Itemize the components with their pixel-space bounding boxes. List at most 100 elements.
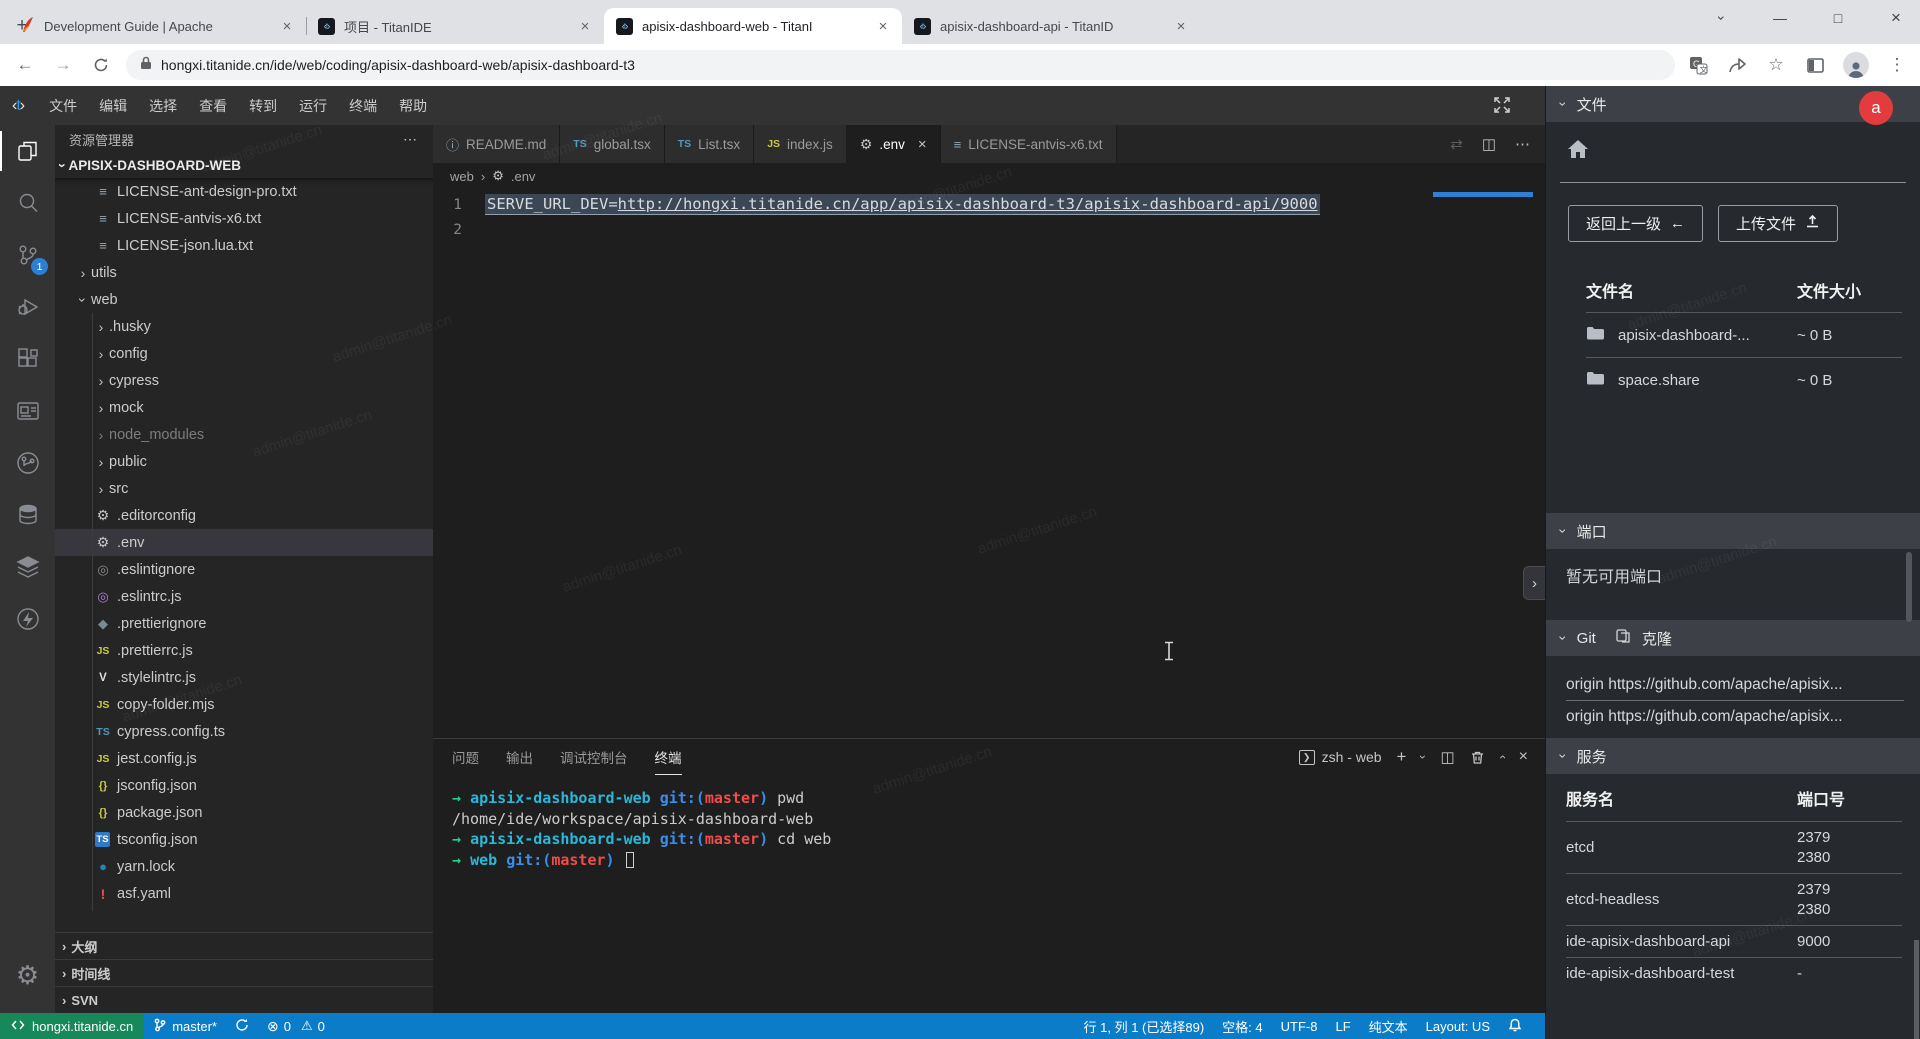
address-bar[interactable]: hongxi.titanide.cn/ide/web/coding/apisix… xyxy=(126,50,1675,80)
indentation[interactable]: 空格: 4 xyxy=(1213,1017,1271,1036)
close-panel-icon[interactable]: × xyxy=(1519,748,1528,766)
tree-item[interactable]: JSjest.config.js xyxy=(55,745,433,772)
tab-search-chevron-icon[interactable]: › xyxy=(1708,4,1736,32)
files-col-name[interactable]: 文件名 xyxy=(1586,278,1797,302)
breadcrumb-folder[interactable]: web xyxy=(450,169,474,184)
run-debug-icon[interactable] xyxy=(0,281,55,333)
git-remote-row[interactable]: origin https://github.com/apache/apisix.… xyxy=(1566,701,1904,732)
tab-close-icon[interactable]: × xyxy=(918,136,927,153)
back-icon[interactable]: ← xyxy=(10,50,40,80)
right-panel-scrollbar-thumb[interactable] xyxy=(1906,552,1912,622)
search-icon[interactable] xyxy=(0,177,55,229)
keyboard-layout[interactable]: Layout: US xyxy=(1417,1019,1499,1034)
git-remote-row[interactable]: origin https://github.com/apache/apisix.… xyxy=(1566,670,1904,701)
fullscreen-icon[interactable] xyxy=(1493,96,1511,117)
editor-tab[interactable]: TSglobal.tsx xyxy=(560,125,664,163)
menu-终端[interactable]: 终端 xyxy=(338,86,388,125)
menu-转到[interactable]: 转到 xyxy=(238,86,288,125)
explorer-icon[interactable] xyxy=(0,125,55,177)
tree-item[interactable]: ◎.eslintrc.js xyxy=(55,583,433,610)
env-url-link[interactable]: http://hongxi.titanide.cn/app/apisix-das… xyxy=(618,195,1318,213)
git-graph-icon[interactable] xyxy=(0,437,55,489)
new-terminal-plus-icon[interactable]: + xyxy=(1397,747,1407,767)
breadcrumb-file[interactable]: .env xyxy=(511,169,536,184)
browser-tab[interactable]: ‹t›项目 - TitanIDE× xyxy=(306,8,604,44)
window-close-icon[interactable]: × xyxy=(1882,4,1910,32)
browser-profile-avatar[interactable] xyxy=(1843,52,1869,78)
menu-编辑[interactable]: 编辑 xyxy=(88,86,138,125)
menu-选择[interactable]: 选择 xyxy=(138,86,188,125)
minimize-icon[interactable]: — xyxy=(1766,4,1794,32)
source-control-icon[interactable]: 1 xyxy=(0,229,55,281)
tree-item[interactable]: ●yarn.lock xyxy=(55,853,433,880)
branch-indicator[interactable]: master* xyxy=(144,1018,226,1035)
terminal-dropdown-chevron-icon[interactable]: › xyxy=(1416,755,1430,759)
tree-item[interactable]: ⚙.editorconfig xyxy=(55,502,433,529)
editor-tab[interactable]: ⚙.env× xyxy=(847,125,941,163)
services-col-name[interactable]: 服务名 xyxy=(1566,786,1797,810)
tree-item[interactable]: {}package.json xyxy=(55,799,433,826)
panel-tab-终端[interactable]: 终端 xyxy=(655,739,682,775)
service-row[interactable]: ide-apisix-dashboard-api9000 xyxy=(1566,925,1902,957)
tree-item[interactable]: ›public xyxy=(55,448,433,475)
eol[interactable]: LF xyxy=(1326,1019,1359,1034)
panel-tab-调试控制台[interactable]: 调试控制台 xyxy=(560,739,628,775)
sync-indicator[interactable] xyxy=(226,1018,258,1035)
browser-tab[interactable]: Development Guide | Apache× xyxy=(8,8,306,44)
git-clone-icon[interactable] xyxy=(1615,628,1631,648)
services-col-port[interactable]: 端口号 xyxy=(1797,786,1902,810)
file-row[interactable]: apisix-dashboard-...~ 0 B xyxy=(1586,312,1902,357)
git-clone-label[interactable]: 克隆 xyxy=(1642,628,1672,649)
tree-item[interactable]: ≡LICENSE-json.lua.txt xyxy=(55,232,433,259)
tree-item[interactable]: ≡LICENSE-ant-design-pro.txt xyxy=(55,178,433,205)
maximize-icon[interactable]: □ xyxy=(1824,4,1852,32)
panel-tab-输出[interactable]: 输出 xyxy=(506,739,533,775)
ports-section-header[interactable]: › 端口 xyxy=(1546,513,1920,549)
project-root-row[interactable]: › APISIX-DASHBOARD-WEB xyxy=(55,153,433,178)
editor-tab[interactable]: TSList.tsx xyxy=(665,125,754,163)
preview-window-icon[interactable] xyxy=(0,385,55,437)
language-mode[interactable]: 纯文本 xyxy=(1360,1017,1417,1036)
forward-icon[interactable]: → xyxy=(48,50,78,80)
lightning-icon[interactable] xyxy=(0,593,55,645)
menu-运行[interactable]: 运行 xyxy=(288,86,338,125)
section-时间线[interactable]: ›时间线 xyxy=(55,959,433,986)
services-section-header[interactable]: › 服务 xyxy=(1546,738,1920,774)
files-col-size[interactable]: 文件大小 xyxy=(1797,278,1902,302)
panel-tab-问题[interactable]: 问题 xyxy=(452,739,479,775)
layers-icon[interactable] xyxy=(0,541,55,593)
tree-item[interactable]: ›mock xyxy=(55,394,433,421)
tree-item[interactable]: !asf.yaml xyxy=(55,880,433,907)
tree-item[interactable]: TScypress.config.ts xyxy=(55,718,433,745)
tree-item[interactable]: ⚙.env xyxy=(55,529,433,556)
service-row[interactable]: ide-apisix-dashboard-test- xyxy=(1566,957,1902,989)
database-icon[interactable] xyxy=(0,489,55,541)
shell-picker[interactable]: ❯ zsh - web xyxy=(1299,749,1382,765)
bookmark-star-icon[interactable]: ☆ xyxy=(1765,54,1787,76)
back-parent-button[interactable]: 返回上一级 ← xyxy=(1568,205,1703,242)
encoding[interactable]: UTF-8 xyxy=(1272,1019,1327,1034)
editor-tab[interactable]: ⓘREADME.md xyxy=(433,125,560,163)
editor-tab[interactable]: ≡LICENSE-antvis-x6.txt xyxy=(941,125,1117,163)
git-section-header[interactable]: › Git 克隆 xyxy=(1546,620,1920,656)
section-大纲[interactable]: ›大纲 xyxy=(55,932,433,959)
tree-item[interactable]: JS.prettierrc.js xyxy=(55,637,433,664)
user-avatar-badge[interactable]: a xyxy=(1859,91,1893,125)
tree-item[interactable]: ◎.eslintignore xyxy=(55,556,433,583)
tree-item[interactable]: {}jsconfig.json xyxy=(55,772,433,799)
tab-close-icon[interactable]: × xyxy=(874,17,892,35)
menu-帮助[interactable]: 帮助 xyxy=(388,86,438,125)
terminal[interactable]: → apisix-dashboard-web git:(master) pwd/… xyxy=(433,775,1545,870)
upload-file-button[interactable]: 上传文件 xyxy=(1718,205,1838,242)
page-scrollbar-thumb[interactable] xyxy=(1914,940,1919,1039)
problems-indicator[interactable]: ⊗ 0 ⚠ 0 xyxy=(258,1018,334,1035)
menu-查看[interactable]: 查看 xyxy=(188,86,238,125)
settings-gear-icon[interactable]: ⚙ xyxy=(0,949,55,1001)
tree-item[interactable]: ›src xyxy=(55,475,433,502)
tab-close-icon[interactable]: × xyxy=(1172,17,1190,35)
menu-文件[interactable]: 文件 xyxy=(38,86,88,125)
browser-tab[interactable]: ‹t›apisix-dashboard-api - TitanID× xyxy=(902,8,1200,44)
browser-menu-kebab-icon[interactable]: ⋮ xyxy=(1886,54,1908,76)
extensions-icon[interactable] xyxy=(0,333,55,385)
cursor-position[interactable]: 行 1, 列 1 (已选择89) xyxy=(1075,1017,1214,1036)
